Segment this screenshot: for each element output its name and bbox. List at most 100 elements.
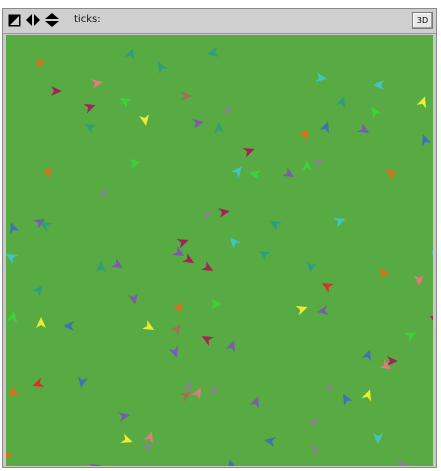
turtle-arrowhead-icon [432,249,433,262]
turtle-arrowhead-icon [343,393,353,406]
turtle-arrowhead-icon [169,324,181,337]
turtle-arrowhead-icon [422,134,432,147]
turtle-arrowhead-icon [307,419,320,429]
turtle-arrowhead-icon [306,261,317,273]
turtle-arrowhead-icon [51,86,62,96]
turtle-arrowhead-icon [139,114,150,126]
turtle-arrowhead-icon [41,166,51,179]
turtle-arrowhead-icon [387,356,398,366]
turtle-arrowhead-icon [91,78,103,89]
turtle-arrowhead-icon [89,464,102,466]
turtle-arrowhead-icon [385,170,398,180]
turtle-arrowhead-icon [312,159,325,169]
turtle-arrowhead-icon [211,299,222,309]
turtle-arrowhead-icon [191,387,201,400]
turtle-arrowhead-icon [373,433,383,444]
turtle-arrowhead-icon [207,47,219,58]
up-down-arrows-icon[interactable] [45,13,59,27]
turtle-arrowhead-icon [295,306,308,316]
turtle-arrowhead-icon [397,459,408,466]
turtle-arrowhead-icon [269,221,282,231]
turtle-arrowhead-icon [225,340,235,353]
turtle-arrowhead-icon [128,293,139,305]
turtle-arrowhead-icon [96,188,108,201]
turtle-arrowhead-icon [6,254,18,264]
turtle-arrowhead-icon [379,268,390,278]
turtle-arrowhead-icon [176,239,189,249]
turtle-arrowhead-icon [118,411,130,422]
world-view[interactable] [6,35,433,466]
turtle-arrowhead-icon [143,431,153,444]
turtle-arrowhead-icon [37,56,47,69]
turtle-arrowhead-icon [414,275,424,286]
turtle-arrowhead-icon [230,166,242,179]
turtle-arrowhead-icon [182,253,195,263]
turtle-arrowhead-icon [218,207,230,218]
turtle-arrowhead-icon [201,261,214,271]
turtle-arrowhead-icon [129,158,141,169]
turtle-arrowhead-icon [326,381,336,394]
turtle-arrowhead-icon [119,98,132,108]
turtle-arrowhead-icon [335,96,345,109]
turtle-arrowhead-icon [83,104,96,114]
turtle-arrowhead-icon [416,96,426,109]
turtle-arrowhead-icon [319,121,329,134]
turtle-arrowhead-icon [96,261,106,272]
turtle-arrowhead-icon [282,167,295,177]
turtle-arrowhead-icon [207,384,217,397]
turtle-arrowhead-icon [315,72,327,83]
turtle-arrowhead-icon [200,212,213,222]
turtle-arrowhead-icon [171,302,183,315]
turtle-arrowhead-icon [84,124,97,134]
turtle-arrowhead-icon [249,169,261,180]
speed-slider-icon[interactable] [7,13,21,27]
turtle-arrowhead-icon [298,128,308,141]
turtle-arrowhead-icon [223,105,233,116]
turtle-arrowhead-icon [31,285,43,298]
turtle-arrowhead-icon [143,442,153,453]
turtle-arrowhead-icon [230,237,242,250]
turtle-arrowhead-icon [63,321,74,331]
ticks-label: ticks: [74,14,104,25]
turtle-arrowhead-icon [317,305,329,316]
turtle-arrowhead-icon [32,377,45,387]
turtle-arrowhead-icon [124,48,134,61]
turtle-arrowhead-icon [158,61,168,74]
turtle-arrowhead-icon [404,332,417,342]
turtle-arrowhead-icon [168,345,178,358]
turtle-arrowhead-icon [36,317,46,328]
turtle-arrowhead-icon [214,122,224,133]
turtle-arrowhead-icon [429,316,433,326]
turtle-arrowhead-icon [309,446,322,456]
turtle-arrowhead-icon [361,349,371,362]
turtle-arrowhead-icon [10,222,20,235]
turtle-arrowhead-icon [258,251,271,261]
view-3d-button[interactable]: 3D [412,12,433,29]
turtle-arrowhead-icon [302,160,312,171]
turtle-arrowhead-icon [333,218,346,228]
turtle-arrowhead-icon [7,386,20,396]
ticks-label-text: ticks: [74,14,101,25]
turtle-arrowhead-icon [172,246,185,256]
turtle-arrowhead-icon [361,389,371,402]
turtle-arrowhead-icon [357,123,370,133]
turtle-arrowhead-icon [120,433,133,443]
netlogo-view-window: ticks: 3D [2,8,437,468]
turtle-arrowhead-icon [192,118,204,129]
turtle-layer [6,47,433,466]
turtle-arrowhead-icon [321,283,334,293]
turtle-arrowhead-icon [7,311,18,323]
turtle-arrowhead-icon [77,376,88,388]
turtle-arrowhead-icon [201,336,214,346]
turtle-arrowhead-icon [373,80,384,90]
view-toolbar: ticks: 3D [3,9,436,34]
turtle-arrowhead-icon [264,436,276,447]
turtle-arrowhead-icon [226,459,237,466]
turtle-arrowhead-icon [111,258,124,268]
turtle-arrowhead-icon [6,450,13,460]
left-right-arrows-icon[interactable] [26,13,40,27]
turtle-arrowhead-icon [242,148,255,158]
turtle-arrowhead-icon [142,320,155,330]
turtle-arrowhead-icon [249,396,259,409]
turtle-arrowhead-icon [182,381,192,394]
